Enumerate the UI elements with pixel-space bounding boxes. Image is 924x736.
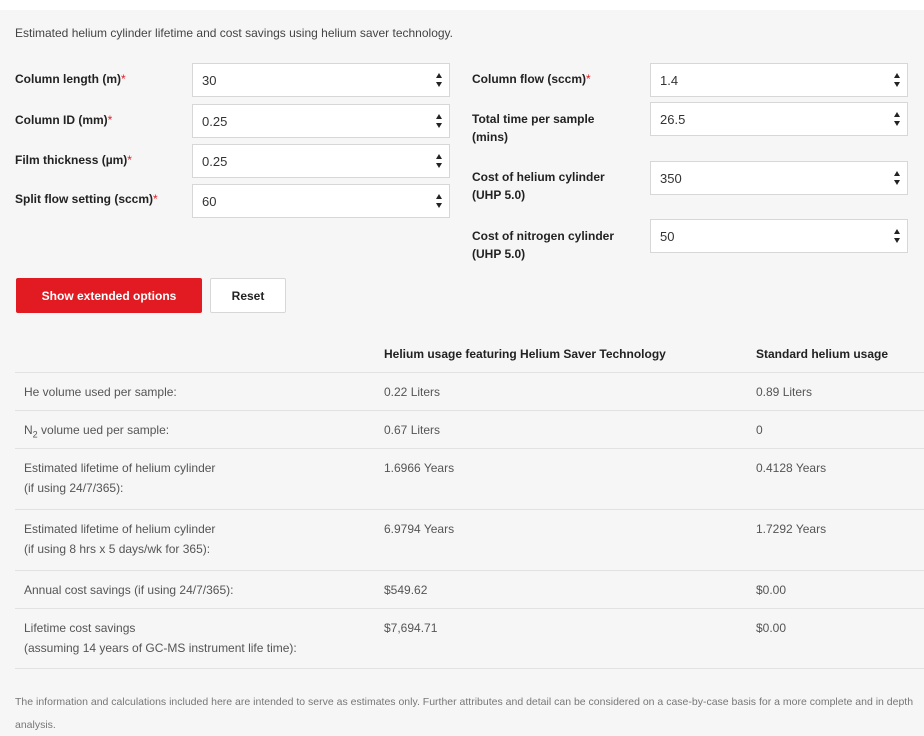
column-flow-label: Column flow (sccm)* — [472, 72, 591, 86]
table-header-helium-saver: Helium usage featuring Helium Saver Tech… — [384, 347, 666, 361]
split-flow-input[interactable]: 60 — [192, 184, 450, 218]
column-length-label: Column length (m)* — [15, 72, 126, 86]
table-row-label: N2 volume ued per sample: — [24, 423, 170, 440]
up-down-arrows-icon[interactable] — [893, 111, 901, 127]
table-cell-helium-saver: $7,694.71 — [384, 621, 438, 635]
table-cell-helium-saver: 0.22 Liters — [384, 385, 441, 399]
table-row-label: Estimated lifetime of helium cylinder (i… — [24, 461, 216, 495]
row-divider — [15, 608, 924, 609]
column-id-label: Column ID (mm)* — [15, 113, 113, 127]
column-flow-input[interactable]: 1.4 — [650, 63, 908, 97]
table-header-standard: Standard helium usage — [756, 347, 889, 361]
table-cell-helium-saver: 6.9794 Years — [384, 522, 455, 536]
nitrogen-cost-label: Cost of nitrogen cylinder (UHP 5.0) — [472, 229, 615, 261]
table-cell-standard: $0.00 — [756, 621, 787, 635]
total-time-label: Total time per sample (mins) — [472, 112, 595, 144]
up-down-arrows-icon[interactable] — [893, 228, 901, 244]
film-thickness-label: Film thickness (µm)* — [15, 153, 132, 167]
up-down-arrows-icon[interactable] — [435, 72, 443, 88]
helium-cost-label: Cost of helium cylinder (UHP 5.0) — [472, 170, 605, 202]
column-id-input[interactable]: 0.25 — [192, 104, 450, 138]
table-cell-helium-saver: $549.62 — [384, 583, 428, 597]
up-down-arrows-icon[interactable] — [435, 153, 443, 169]
table-row-label: He volume used per sample: — [24, 385, 177, 399]
table-cell-helium-saver: 0.67 Liters — [384, 423, 441, 437]
intro-text: Estimated helium cylinder lifetime and c… — [15, 26, 453, 40]
split-flow-label: Split flow setting (sccm)* — [15, 192, 158, 206]
up-down-arrows-icon[interactable] — [435, 113, 443, 129]
row-divider — [15, 372, 924, 373]
table-cell-standard: 0.89 Liters — [756, 385, 813, 399]
table-row-label: Lifetime cost savings (assuming 14 years… — [24, 621, 297, 655]
row-divider — [15, 509, 924, 510]
table-cell-standard: 0.4128 Years — [756, 461, 827, 475]
up-down-arrows-icon[interactable] — [893, 170, 901, 186]
total-time-input[interactable]: 26.5 — [650, 102, 908, 136]
table-cell-standard: $0.00 — [756, 583, 787, 597]
table-cell-standard: 0 — [756, 423, 763, 437]
table-row-label: Estimated lifetime of helium cylinder (i… — [24, 522, 216, 556]
nitrogen-cost-input[interactable]: 50 — [650, 219, 908, 253]
row-divider — [15, 410, 924, 411]
column-length-input[interactable]: 30 — [192, 63, 450, 97]
row-divider — [15, 570, 924, 571]
disclaimer-footnote: The information and calculations include… — [15, 696, 914, 731]
table-row-label: Annual cost savings (if using 24/7/365): — [24, 583, 234, 597]
table-cell-helium-saver: 1.6966 Years — [384, 461, 455, 475]
helium-cost-input[interactable]: 350 — [650, 161, 908, 195]
table-cell-standard: 1.7292 Years — [756, 522, 827, 536]
row-divider — [15, 448, 924, 449]
show-extended-options-button[interactable]: Show extended options — [16, 278, 202, 313]
reset-button[interactable]: Reset — [210, 278, 286, 313]
film-thickness-input[interactable]: 0.25 — [192, 144, 450, 178]
up-down-arrows-icon[interactable] — [893, 72, 901, 88]
up-down-arrows-icon[interactable] — [435, 193, 443, 209]
row-divider — [15, 668, 924, 669]
